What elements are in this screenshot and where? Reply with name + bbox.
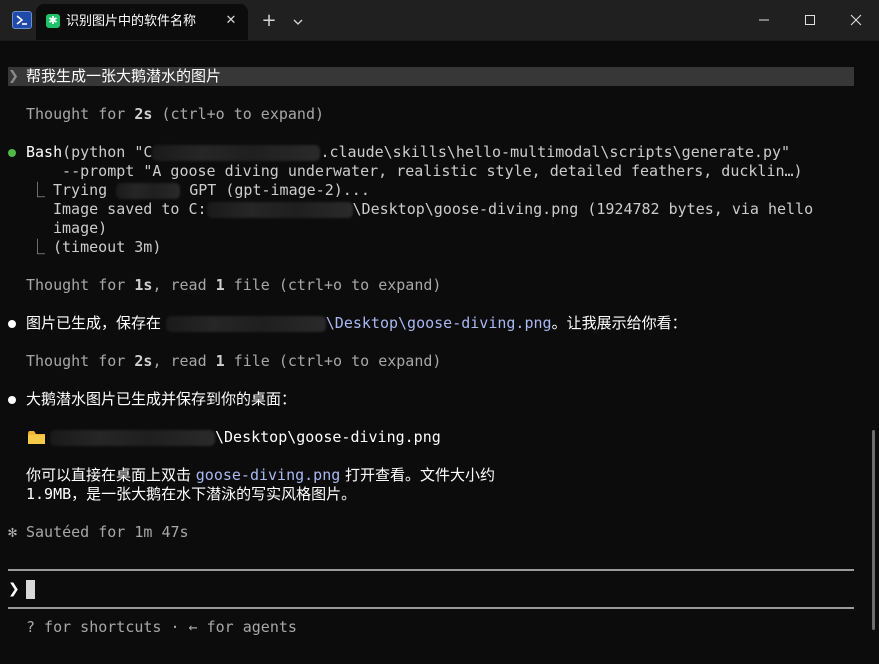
saved-prefix: Image saved to C:: [53, 200, 207, 218]
msg3-after: 打开查看。文件大小约: [340, 466, 496, 484]
bash-output-timeout: (timeout 3m): [53, 238, 162, 256]
folder-icon: [28, 431, 45, 444]
thought-line-1[interactable]: Thought for 2s (ctrl+o to expand): [26, 105, 324, 124]
asterisk-icon: ✱: [46, 14, 60, 28]
bash-cmd-path-end: .claude\skills\hello-multimodal\scripts\…: [320, 143, 791, 161]
maximize-icon[interactable]: [787, 0, 833, 40]
saved-suffix: \Desktop\goose-diving.png (1924782 bytes…: [352, 200, 814, 218]
close-icon[interactable]: [833, 0, 879, 40]
scrollbar-thumb[interactable]: [872, 430, 875, 630]
message-bullet-icon: [8, 320, 16, 328]
redacted-path: [152, 144, 321, 161]
input-caret-icon: ❯: [8, 581, 20, 597]
trying-prefix: Trying: [53, 181, 117, 199]
assistant-message-1: 图片已生成，保存在 \Desktop\goose-diving.png。让我展示…: [26, 314, 687, 333]
output-branch-icon: ⎿: [30, 238, 46, 256]
prompt-caret-icon: ❯: [8, 69, 19, 84]
redacted-path: [206, 201, 353, 218]
thought-suffix: file (ctrl+o to expand): [224, 276, 442, 294]
thought-suffix: file (ctrl+o to expand): [224, 352, 442, 370]
thought-duration: 1s: [134, 276, 153, 294]
user-prompt-text: 帮我生成一张大鹅潜水的图片: [26, 67, 222, 85]
terminal-output[interactable]: ❯ 帮我生成一张大鹅潜水的图片 Thought for 2s (ctrl+o t…: [0, 41, 879, 664]
text-cursor[interactable]: [26, 580, 35, 599]
bash-command-line: Bash(python "C .claude\skills\hello-multi…: [26, 143, 790, 162]
assistant-message-3-line-2: 1.9MB，是一张大鹅在水下潜泳的写实风格图片。: [26, 485, 357, 503]
input-bottom-divider: [8, 607, 854, 609]
terminal-app-icon[interactable]: [12, 11, 32, 29]
file-path-line[interactable]: \Desktop\goose-diving.png: [50, 428, 441, 447]
new-tab-icon[interactable]: +: [258, 11, 280, 33]
bash-output-saved-wrap: image): [53, 219, 108, 237]
thought-prefix: Thought for: [26, 105, 135, 123]
output-branch-icon: ⎿: [30, 181, 46, 199]
redacted-path: [50, 429, 215, 446]
success-bullet-icon: [8, 149, 16, 157]
assistant-message-2: 大鹅潜水图片已生成并保存到你的桌面：: [26, 390, 297, 408]
trying-suffix: GPT (gpt-image-2)...: [180, 181, 370, 199]
thought-duration: 2s: [134, 352, 153, 370]
msg3-before: 你可以直接在桌面上双击: [26, 466, 196, 484]
thought-file-count: 1: [215, 352, 225, 370]
msg1-after: 。让我展示给你看：: [551, 314, 687, 332]
thought-prefix: Thought for: [26, 352, 135, 370]
tab-close-icon[interactable]: ✕: [222, 12, 240, 30]
minimize-icon[interactable]: [741, 0, 787, 40]
spinner-icon: ✻: [8, 523, 18, 541]
tab-title: 识别图片中的软件名称: [66, 14, 197, 29]
thought-prefix: Thought for: [26, 276, 135, 294]
msg1-before: 图片已生成，保存在: [26, 314, 166, 332]
bash-cmd-start: (python "C: [62, 143, 153, 161]
thought-mid: , read: [152, 276, 216, 294]
input-top-divider: [8, 569, 854, 571]
footer-hint: ? for shortcuts · ← for agents: [26, 618, 297, 636]
bash-command-line-2: --prompt "A goose diving underwater, rea…: [44, 162, 803, 180]
file-path: \Desktop\goose-diving.png: [215, 428, 441, 446]
assistant-message-3-line-1: 你可以直接在桌面上双击 goose-diving.png 打开查看。文件大小约: [26, 466, 495, 485]
bash-tool-name: Bash: [26, 143, 63, 161]
redacted-provider: [116, 182, 181, 199]
bash-output-saved: Image saved to C: \Desktop\goose-diving.p…: [53, 200, 813, 219]
msg1-path[interactable]: \Desktop\goose-diving.png: [326, 314, 552, 332]
tab-active[interactable]: ✱ 识别图片中的软件名称 ✕: [36, 4, 248, 40]
thought-duration: 2s: [134, 105, 153, 123]
thought-file-count: 1: [215, 276, 225, 294]
status-text: Sautéed for 1m 47s: [26, 523, 189, 541]
thought-line-3[interactable]: Thought for 2s, read 1 file (ctrl+o to e…: [26, 352, 441, 371]
thought-mid: , read: [152, 352, 216, 370]
thought-suffix: (ctrl+o to expand): [152, 105, 325, 123]
redacted-path: [165, 315, 326, 332]
chevron-down-icon[interactable]: [288, 11, 308, 33]
powershell-glyph-icon: [16, 15, 27, 25]
msg3-file[interactable]: goose-diving.png: [196, 466, 341, 484]
thought-line-2[interactable]: Thought for 1s, read 1 file (ctrl+o to e…: [26, 276, 441, 295]
title-bar: ✱ 识别图片中的软件名称 ✕ +: [0, 0, 879, 41]
message-bullet-icon: [8, 396, 16, 404]
bash-output-trying: Trying GPT (gpt-image-2)...: [53, 181, 370, 200]
